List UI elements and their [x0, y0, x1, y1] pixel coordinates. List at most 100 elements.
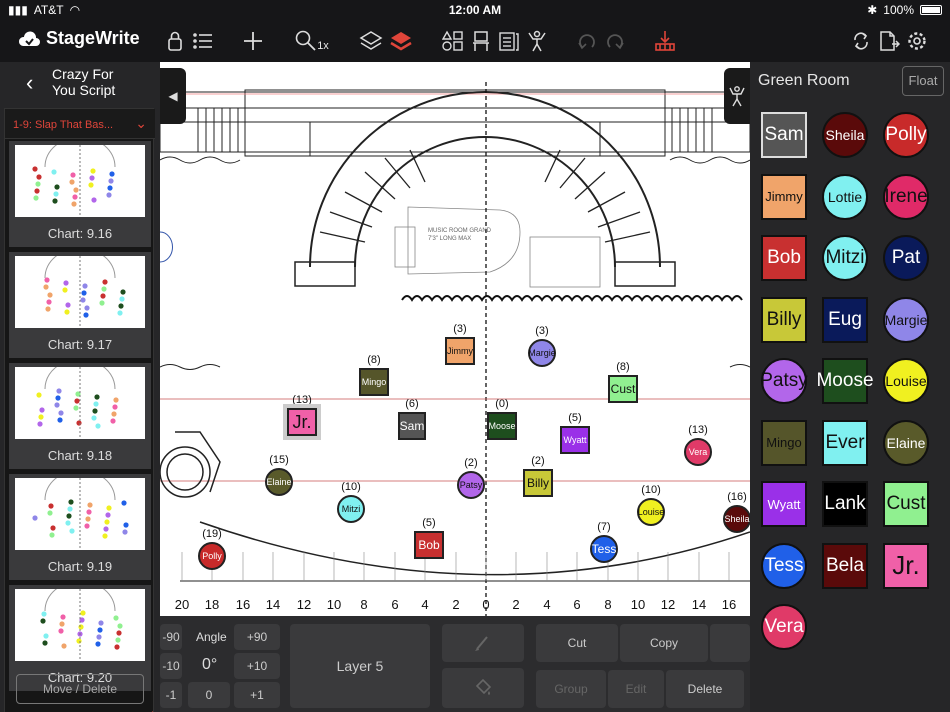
rotate-plus-90-button[interactable]: +90: [234, 624, 280, 650]
layer-selector[interactable]: Layer 5: [290, 624, 430, 708]
rotate-plus-10-button[interactable]: +10: [234, 653, 280, 679]
axis-tick-label: 6: [573, 597, 581, 612]
chart-preview: [15, 478, 145, 550]
cut-button[interactable]: Cut: [536, 624, 618, 662]
green-room-actor-lottie[interactable]: Lottie: [822, 173, 868, 220]
stage-actor-wyatt[interactable]: Wyatt: [560, 426, 590, 454]
stage-actor-polly[interactable]: Polly: [198, 542, 226, 570]
layers-active-icon[interactable]: [388, 26, 414, 56]
rotate-plus-1-button[interactable]: +1: [234, 682, 280, 708]
collapse-left-tab[interactable]: ◀: [160, 68, 186, 124]
green-room-actor-tess[interactable]: Tess: [761, 542, 807, 589]
move-delete-button[interactable]: Move / Delete: [16, 674, 144, 704]
brush-icon: [475, 636, 488, 651]
stage-actor-mingo[interactable]: Mingo: [359, 368, 389, 396]
chart-thumbnail[interactable]: Chart: 9.17: [9, 252, 151, 358]
shapes-icon[interactable]: [440, 26, 466, 56]
edit-button[interactable]: Edit: [608, 670, 664, 708]
chart-list-panel: ‹ Crazy For You Script 1-9: Slap That Ba…: [0, 62, 160, 712]
list-icon[interactable]: [190, 26, 216, 56]
actor-count-label: (8): [616, 361, 630, 373]
triangle-left-icon: ◀: [168, 89, 178, 103]
green-room-actor-ever[interactable]: Ever: [822, 419, 868, 466]
green-room-actor-wyatt[interactable]: Wyatt: [761, 481, 807, 527]
redo-icon[interactable]: [602, 26, 628, 56]
back-to-script-button[interactable]: ‹ Crazy For You Script: [0, 62, 160, 102]
actor-count-label: (0): [495, 398, 509, 410]
stage-actor-patsy[interactable]: Patsy: [457, 471, 485, 499]
sync-icon[interactable]: [848, 26, 874, 56]
chart-preview: [15, 589, 145, 661]
stage-actor-sheila[interactable]: Sheila: [723, 505, 750, 533]
green-room-actor-jr[interactable]: Jr.: [883, 542, 929, 589]
green-room-actor-polly[interactable]: Polly: [883, 112, 929, 158]
green-room-actor-sam[interactable]: Sam: [761, 112, 807, 158]
stage-actor-jr[interactable]: Jr.: [283, 404, 321, 440]
axis-tick-label: 2: [512, 597, 520, 612]
green-room-actor-patsy[interactable]: Patsy: [760, 358, 808, 404]
paint-bucket-button[interactable]: [442, 668, 524, 708]
settings-gear-icon[interactable]: [904, 26, 930, 56]
stage-actor-sam[interactable]: Sam: [398, 412, 426, 440]
green-room-actor-lank[interactable]: Lank: [822, 481, 868, 527]
paint-brush-button[interactable]: [442, 624, 524, 662]
stage-actor-cust[interactable]: Cust: [608, 375, 638, 403]
group-button[interactable]: Group: [536, 670, 606, 708]
green-room-actor-jimmy[interactable]: Jimmy: [761, 173, 807, 220]
performer-icon[interactable]: [524, 26, 550, 56]
import-chart-icon[interactable]: [652, 26, 678, 56]
green-room-actor-billy[interactable]: Billy: [761, 296, 807, 343]
notes-icon[interactable]: [496, 26, 522, 56]
stage-canvas[interactable]: MUSIC ROOM GRAND 7'3" LONG MAX (3) Jimmy…: [160, 62, 750, 616]
chart-preview: [15, 256, 145, 328]
lock-icon[interactable]: [162, 26, 188, 56]
stage-actor-vera[interactable]: Vera: [684, 438, 712, 466]
chart-thumbnail[interactable]: Chart: 9.19: [9, 474, 151, 580]
stage-actor-bob[interactable]: Bob: [414, 531, 444, 559]
undo-icon[interactable]: [574, 26, 600, 56]
rotate-minus-90-button[interactable]: -90: [160, 624, 182, 650]
stage-actor-tess[interactable]: Tess: [590, 535, 618, 563]
delete-button[interactable]: Delete: [666, 670, 744, 708]
scene-selector[interactable]: 1-9: Slap That Bas... ⌄: [5, 109, 155, 139]
green-room-actor-eug[interactable]: Eug: [822, 296, 868, 343]
export-icon[interactable]: [876, 26, 902, 56]
actor-count-label: (15): [269, 454, 289, 466]
chair-icon[interactable]: [468, 26, 494, 56]
green-room-actor-mingo[interactable]: Mingo: [761, 419, 807, 466]
float-button[interactable]: Float: [902, 66, 944, 96]
layers-icon[interactable]: [358, 26, 384, 56]
stage-actor-jimmy[interactable]: Jimmy: [445, 337, 475, 365]
green-room-actor-louise[interactable]: Louise: [883, 358, 929, 404]
green-room-actor-bela[interactable]: Bela: [822, 542, 868, 589]
green-room-actor-bob[interactable]: Bob: [761, 235, 807, 281]
green-room-actor-sheila[interactable]: Sheila: [822, 112, 868, 158]
green-room-actor-moose[interactable]: Moose: [816, 358, 874, 404]
zoom-level: 1x: [317, 40, 329, 52]
rotate-zero-button[interactable]: 0: [188, 682, 230, 708]
chart-thumbnail[interactable]: Chart: 9.16: [9, 141, 151, 247]
stage-actor-mitzi[interactable]: Mitzi: [337, 495, 365, 523]
stage-actor-margie[interactable]: Margie: [528, 339, 556, 367]
green-room-actor-irene[interactable]: Irene: [883, 173, 929, 220]
stage-actor-moose[interactable]: Moose: [487, 412, 517, 440]
green-room-tab[interactable]: [724, 68, 750, 124]
green-room-actor-elaine[interactable]: Elaine: [883, 419, 929, 466]
rotate-minus-10-button[interactable]: -10: [160, 653, 182, 679]
chart-thumbnail[interactable]: Chart: 9.18: [9, 363, 151, 469]
rotate-minus-1-button[interactable]: -1: [160, 682, 182, 708]
green-room-actor-pat[interactable]: Pat: [883, 235, 929, 281]
green-room-actor-vera[interactable]: Vera: [761, 604, 807, 650]
green-room-actor-cust[interactable]: Cust: [883, 481, 929, 527]
stage-actor-elaine[interactable]: Elaine: [265, 468, 293, 496]
stage-actor-billy[interactable]: Billy: [523, 469, 553, 497]
app-window: ▮▮▮ AT&T ◠ 12:00 AM ✱ 100% StageWrite 1x: [0, 0, 950, 712]
add-icon[interactable]: [240, 26, 266, 56]
copy-button[interactable]: Copy: [620, 624, 708, 662]
green-room-actor-margie[interactable]: Margie: [883, 296, 929, 343]
paste-button-partial[interactable]: [710, 624, 750, 662]
bucket-icon: [475, 678, 492, 695]
green-room-actor-mitzi[interactable]: Mitzi: [822, 235, 868, 281]
stage-actor-louise[interactable]: Louise: [637, 498, 665, 526]
zoom-button[interactable]: 1x: [292, 26, 332, 56]
